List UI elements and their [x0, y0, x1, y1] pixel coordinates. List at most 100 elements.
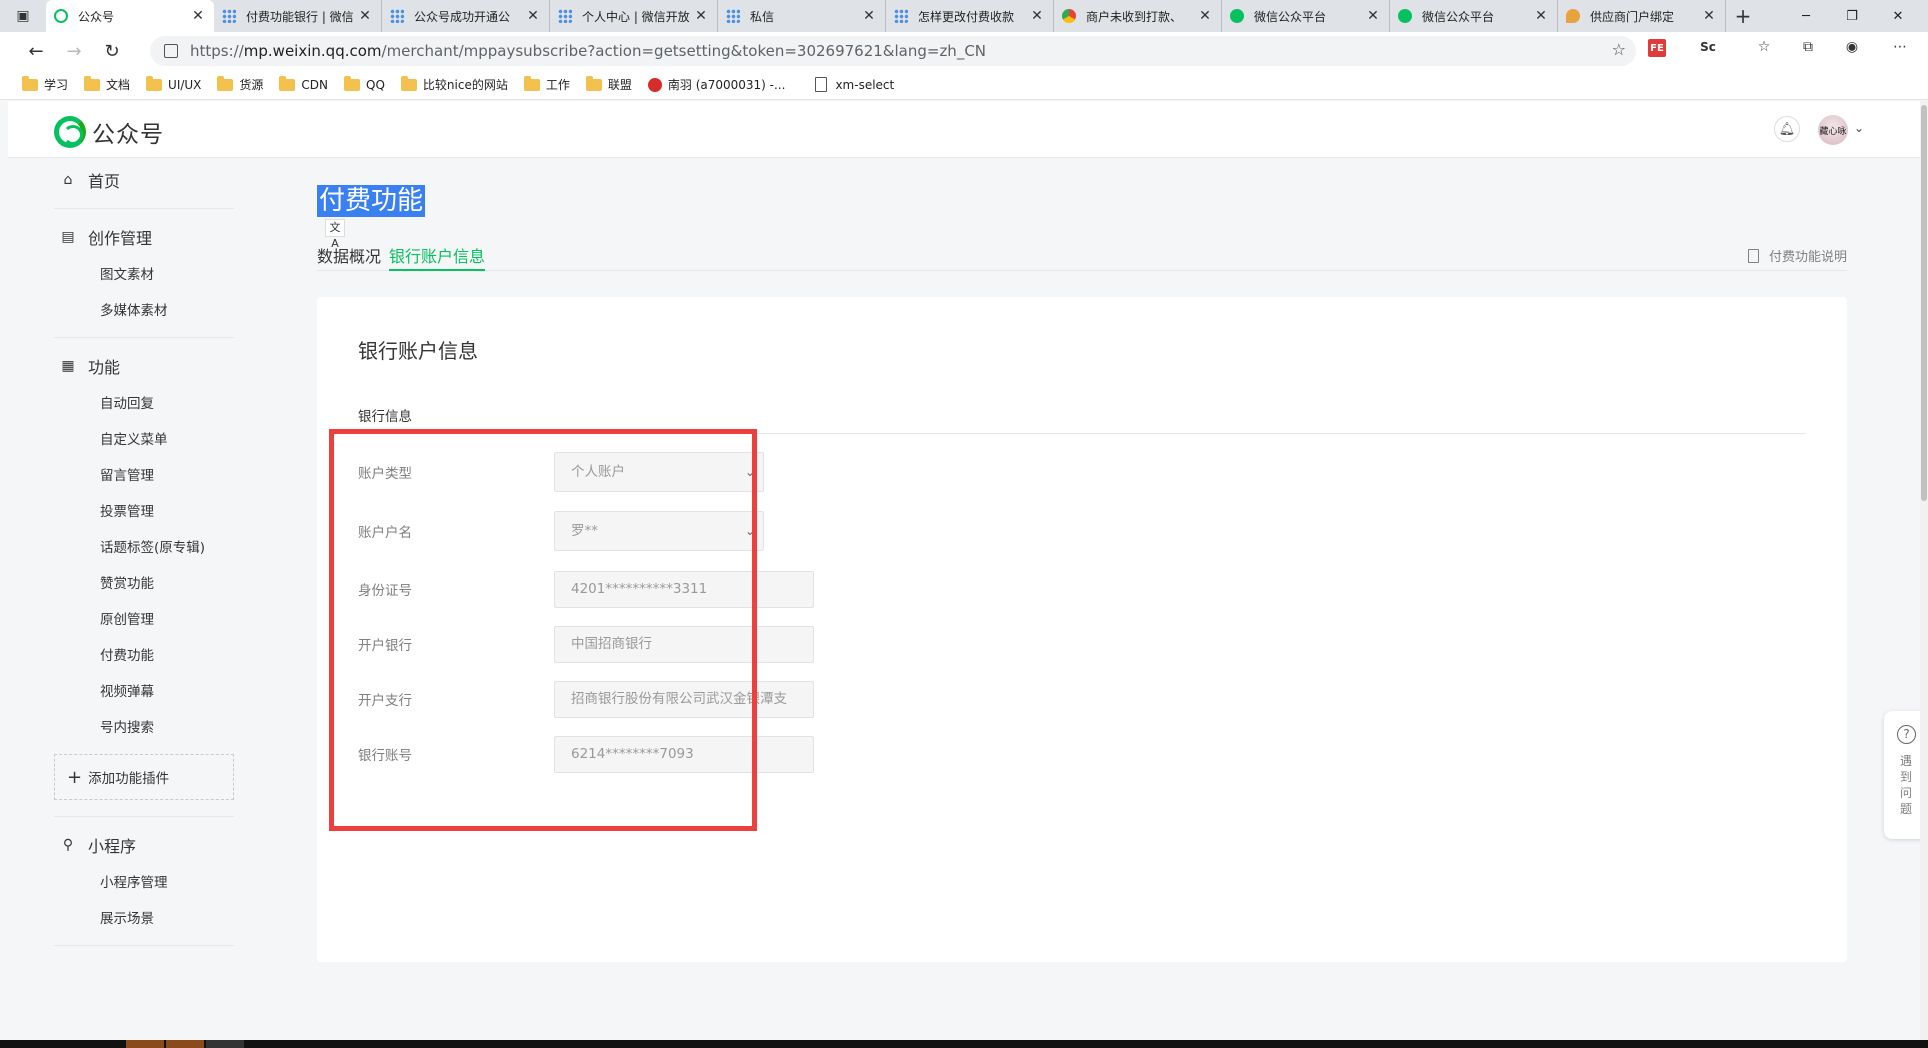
- tab-actions-icon[interactable]: ▣: [0, 0, 46, 32]
- sidebar-item[interactable]: 图文素材: [54, 257, 234, 293]
- url-path: /merchant/mppaysubscribe?action=getsetti…: [381, 42, 987, 60]
- folder-icon: [400, 75, 417, 91]
- sidebar-item[interactable]: 付费功能: [54, 638, 234, 674]
- close-tab-icon[interactable]: ✕: [1365, 8, 1381, 24]
- browser-tab[interactable]: 私信 ✕: [718, 0, 886, 32]
- taskbar-app[interactable]: [126, 1040, 164, 1048]
- minimize-icon[interactable]: ─: [1783, 0, 1829, 32]
- tab-title: 怎样更改付费收款: [918, 9, 1015, 24]
- page-scrollbar[interactable]: [1920, 101, 1928, 1040]
- close-tab-icon[interactable]: ✕: [1533, 8, 1549, 24]
- close-tab-icon[interactable]: ✕: [1029, 8, 1045, 24]
- sidebar-group-title[interactable]: ▤ 创作管理: [54, 217, 234, 257]
- browser-tab[interactable]: 微信公众平台 ✕: [1222, 0, 1390, 32]
- sc-extension-icon[interactable]: Sc: [1694, 33, 1722, 61]
- sidebar-item[interactable]: 原创管理: [54, 602, 234, 638]
- sidebar-group-title[interactable]: ⌂ 首页: [54, 160, 234, 200]
- help-link[interactable]: 付费功能说明: [1747, 246, 1847, 265]
- sidebar-item[interactable]: 自定义菜单: [54, 422, 234, 458]
- browser-tab[interactable]: 怎样更改付费收款 ✕: [886, 0, 1054, 32]
- sidebar-item[interactable]: 小程序管理: [54, 865, 234, 901]
- sidebar-group: ⌂ 首页: [54, 158, 234, 209]
- back-icon[interactable]: ←: [18, 36, 54, 66]
- bookmark-item[interactable]: 联盟: [585, 75, 632, 93]
- card-title: 银行账户信息: [358, 339, 478, 363]
- home-icon: ⌂: [63, 172, 73, 188]
- favorites-icon[interactable]: ☆: [1750, 33, 1778, 61]
- tab-data-overview[interactable]: 数据概况: [317, 243, 381, 271]
- bookmark-item[interactable]: CDN: [279, 75, 328, 92]
- feedback-widget[interactable]: ? 遇到问题: [1884, 711, 1920, 839]
- chevron-down-icon[interactable]: ⌄: [1854, 121, 1864, 135]
- close-tab-icon[interactable]: ✕: [190, 8, 206, 24]
- sidebar-item[interactable]: 自动回复: [54, 386, 234, 422]
- fe-extension-icon[interactable]: FE: [1648, 39, 1666, 57]
- sidebar-group-title[interactable]: ▦ 功能: [54, 346, 234, 386]
- close-tab-icon[interactable]: ✕: [861, 8, 877, 24]
- sidebar-group-title[interactable]: ⚲ 小程序: [54, 825, 234, 865]
- close-window-icon[interactable]: ✕: [1875, 0, 1921, 32]
- forward-icon[interactable]: →: [56, 36, 92, 66]
- tab-title: 公众号: [78, 9, 115, 24]
- taskbar-app[interactable]: [166, 1040, 204, 1048]
- bookmark-item[interactable]: 文档: [84, 75, 130, 93]
- address-bar[interactable]: https://mp.weixin.qq.com/merchant/mppays…: [150, 36, 1636, 66]
- browser-tab[interactable]: 个人中心 | 微信开放 ✕: [550, 0, 718, 32]
- bookmark-item[interactable]: 货源: [217, 75, 263, 93]
- bookmark-item[interactable]: UI/UX: [146, 75, 201, 92]
- avatar[interactable]: 藏心咏: [1818, 115, 1848, 145]
- folder-icon: [279, 75, 296, 91]
- bookmark-item[interactable]: QQ: [344, 75, 385, 92]
- reload-icon[interactable]: ↻: [94, 36, 130, 66]
- feedback-char: 到: [1899, 770, 1912, 784]
- page-icon: [815, 77, 828, 92]
- close-tab-icon[interactable]: ✕: [357, 8, 373, 24]
- browser-tab[interactable]: 商户未收到打款、 ✕: [1054, 0, 1222, 32]
- sidebar-item[interactable]: 多媒体素材: [54, 293, 234, 329]
- tab-bank-account[interactable]: 银行账户信息: [389, 243, 486, 271]
- url-prefix: https://: [190, 42, 244, 60]
- browser-tab[interactable]: 公众号 ✕: [46, 0, 214, 32]
- bookmark-item[interactable]: 工作: [523, 75, 570, 93]
- browser-window: ▣ 公众号 ✕ 付费功能银行 | 微信 ✕ 公众号成功开通公 ✕ 个人中心 | 微信开放 ✕ 私…: [0, 0, 1928, 1048]
- sidebar-group-label: 创作管理: [88, 229, 153, 248]
- add-plugin-button[interactable]: + 添加功能插件: [54, 754, 234, 800]
- close-tab-icon[interactable]: ✕: [1197, 8, 1213, 24]
- taskbar-app[interactable]: [206, 1040, 244, 1048]
- browser-tab[interactable]: 微信公众平台 ✕: [1390, 0, 1558, 32]
- tab-title: 私信: [750, 9, 775, 24]
- lock-icon[interactable]: [164, 44, 178, 58]
- collections-icon[interactable]: ⧉: [1794, 33, 1822, 61]
- restore-icon[interactable]: ❐: [1829, 0, 1875, 32]
- bookmark-item[interactable]: 学习: [22, 75, 68, 93]
- translate-icon[interactable]: 文A: [325, 219, 345, 250]
- sidebar-item[interactable]: 视频弹幕: [54, 674, 234, 710]
- close-tab-icon[interactable]: ✕: [1701, 8, 1717, 24]
- bookmarks-bar: 学习 文档 UI/UX 货源 CDN QQ 比较nice的网站 工作 联盟 南羽 (a700003…: [0, 70, 1928, 100]
- sidebar-item[interactable]: 留言管理: [54, 458, 234, 494]
- new-tab-button[interactable]: +: [1726, 0, 1760, 32]
- browser-tab[interactable]: 公众号成功开通公 ✕: [382, 0, 550, 32]
- sidebar-item[interactable]: 话题标签(原专辑): [54, 530, 234, 566]
- sidebar-item[interactable]: 号内搜索: [54, 710, 234, 746]
- bell-icon[interactable]: 🔔︎: [1774, 116, 1800, 142]
- bookmark-item[interactable]: 南羽 (a7000031) -...: [647, 76, 785, 93]
- profile-icon[interactable]: ◉: [1838, 33, 1866, 61]
- close-tab-icon[interactable]: ✕: [525, 8, 541, 24]
- sidebar: ⌂ 首页 ▤ 创作管理 图文素材 多媒体素材 ▦ 功能 自动回复 自定义菜单 留言管理 投票管理 话题标…: [54, 158, 234, 1040]
- sidebar-item[interactable]: 赞赏功能: [54, 566, 234, 602]
- tab-title: 微信公众平台: [1254, 9, 1327, 24]
- more-menu-icon[interactable]: ⋯: [1886, 33, 1914, 61]
- bookmark-item[interactable]: 比较nice的网站: [400, 75, 508, 93]
- bookmark-label: 工作: [545, 78, 570, 92]
- bookmark-item[interactable]: xm-select: [801, 77, 894, 92]
- browser-tab[interactable]: 付费功能银行 | 微信 ✕: [214, 0, 382, 32]
- favorite-add-icon[interactable]: ☆: [1612, 40, 1626, 59]
- browser-tab[interactable]: 供应商门户绑定 ✕: [1558, 0, 1726, 32]
- scrollbar-thumb[interactable]: [1921, 105, 1927, 501]
- close-tab-icon[interactable]: ✕: [693, 8, 709, 24]
- sidebar-item[interactable]: 展示场景: [54, 901, 234, 937]
- grid-favicon-icon: [894, 9, 908, 23]
- sidebar-item[interactable]: 投票管理: [54, 494, 234, 530]
- brand-logo[interactable]: 公众号: [54, 115, 164, 149]
